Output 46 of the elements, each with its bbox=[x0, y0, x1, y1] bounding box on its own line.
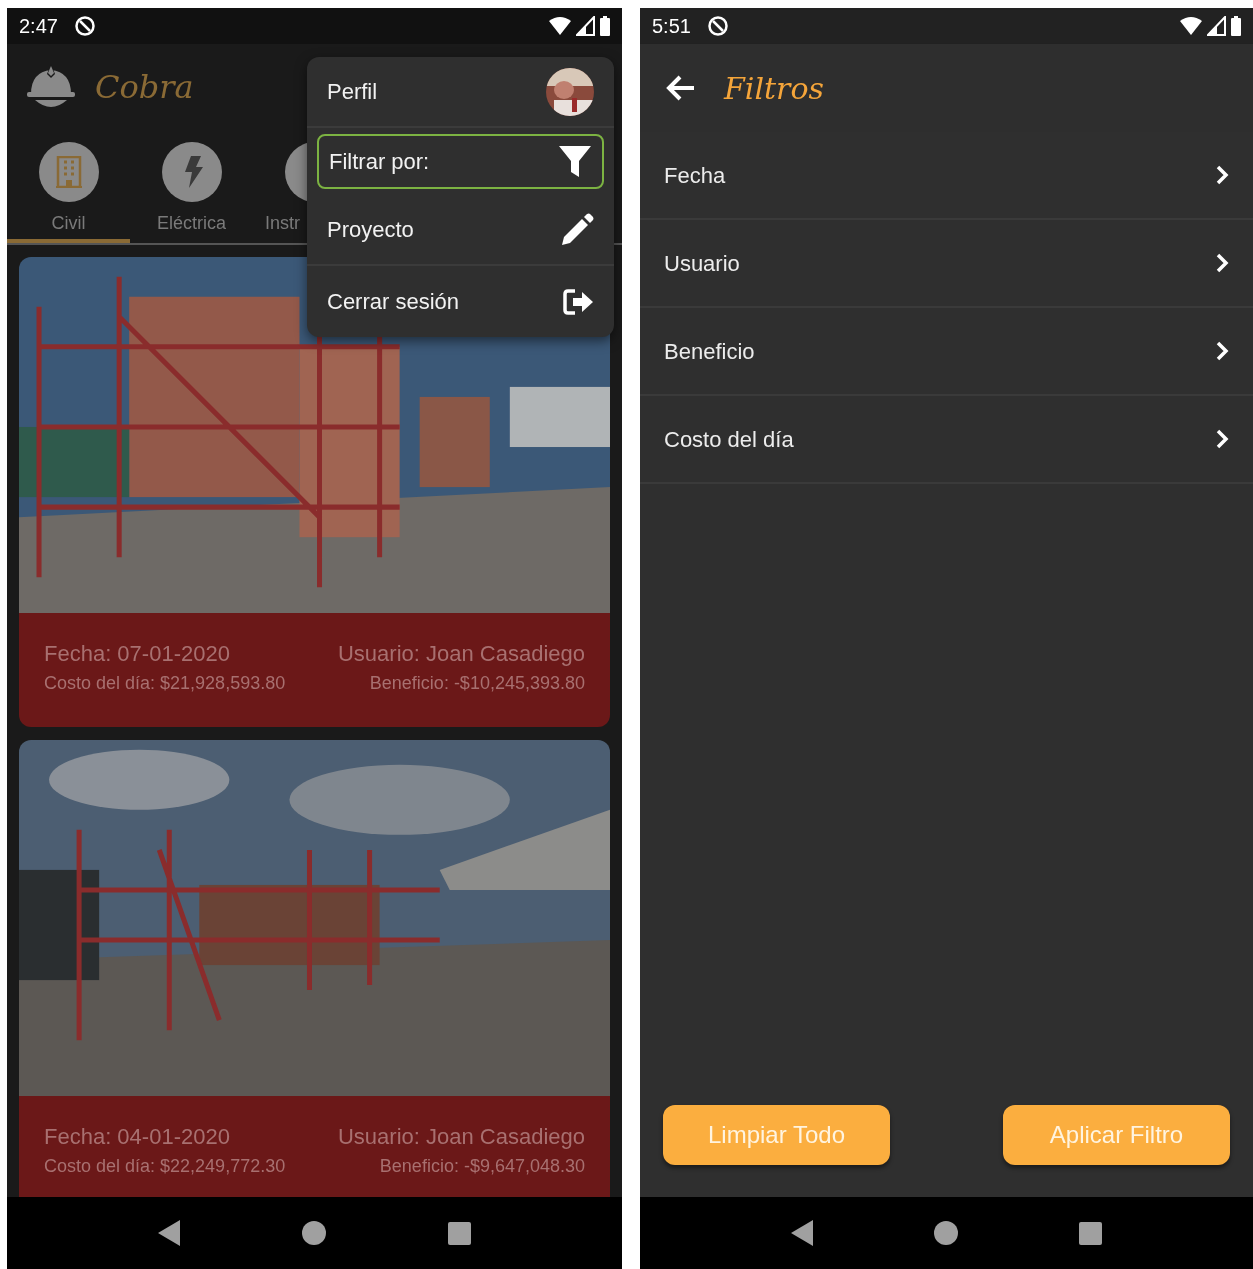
user-text: Usuario: Joan Casadiego bbox=[337, 640, 585, 668]
back-icon[interactable] bbox=[790, 1220, 813, 1246]
back-arrow-icon[interactable] bbox=[666, 74, 696, 102]
filter-icon bbox=[558, 145, 592, 178]
menu-item[interactable]: Proyecto bbox=[307, 195, 614, 266]
status-icon bbox=[73, 15, 96, 37]
menu-item[interactable]: Cerrar sesión bbox=[307, 266, 614, 337]
battery-icon bbox=[1231, 16, 1241, 36]
chevron-right-icon bbox=[1216, 165, 1229, 185]
menu-item[interactable]: Filtrar por: bbox=[317, 134, 604, 189]
signal-icon bbox=[576, 16, 596, 36]
helmet-logo-icon bbox=[27, 64, 75, 110]
filter-option[interactable]: Usuario bbox=[640, 220, 1253, 308]
app-title: Cobra bbox=[95, 67, 194, 108]
logout-icon bbox=[563, 287, 594, 316]
menu-item[interactable]: Perfil bbox=[307, 57, 614, 128]
user-text: Usuario: Joan Casadiego bbox=[337, 1123, 585, 1151]
category-tab[interactable]: Civil bbox=[7, 130, 130, 243]
status-time: 2:47 bbox=[19, 14, 58, 39]
status-time: 5:51 bbox=[652, 14, 691, 39]
date-text: Fecha: 04-01-2020 bbox=[44, 1123, 231, 1151]
square-icon[interactable] bbox=[1079, 1221, 1103, 1245]
cost-text: Costo del día: $22,249,772.30 bbox=[44, 1155, 286, 1178]
battery-icon bbox=[600, 16, 610, 36]
status-icon bbox=[706, 15, 729, 37]
filter-option[interactable]: Beneficio bbox=[640, 308, 1253, 396]
benefit-text: Beneficio: -$10,245,393.80 bbox=[369, 672, 585, 695]
back-icon[interactable] bbox=[158, 1220, 180, 1246]
pencil-icon bbox=[560, 213, 594, 246]
date-text: Fecha: 07-01-2020 bbox=[44, 640, 231, 668]
benefit-text: Beneficio: -$9,647,048.30 bbox=[379, 1155, 585, 1178]
wifi-icon bbox=[1179, 16, 1203, 36]
home-icon[interactable] bbox=[302, 1221, 326, 1245]
building-icon bbox=[55, 156, 82, 188]
chevron-right-icon bbox=[1216, 429, 1229, 449]
home-icon[interactable] bbox=[934, 1221, 958, 1245]
cost-text: Costo del día: $21,928,593.80 bbox=[44, 672, 286, 695]
screen-title: Filtros bbox=[724, 69, 824, 108]
category-tab[interactable]: Eléctrica bbox=[130, 130, 253, 243]
filter-option[interactable]: Fecha bbox=[640, 132, 1253, 220]
chevron-right-icon bbox=[1216, 341, 1229, 361]
square-icon[interactable] bbox=[448, 1221, 471, 1245]
signal-icon bbox=[1207, 16, 1227, 36]
chevron-right-icon bbox=[1216, 253, 1229, 273]
wifi-icon bbox=[548, 16, 572, 36]
filter-option[interactable]: Costo del día bbox=[640, 396, 1253, 484]
